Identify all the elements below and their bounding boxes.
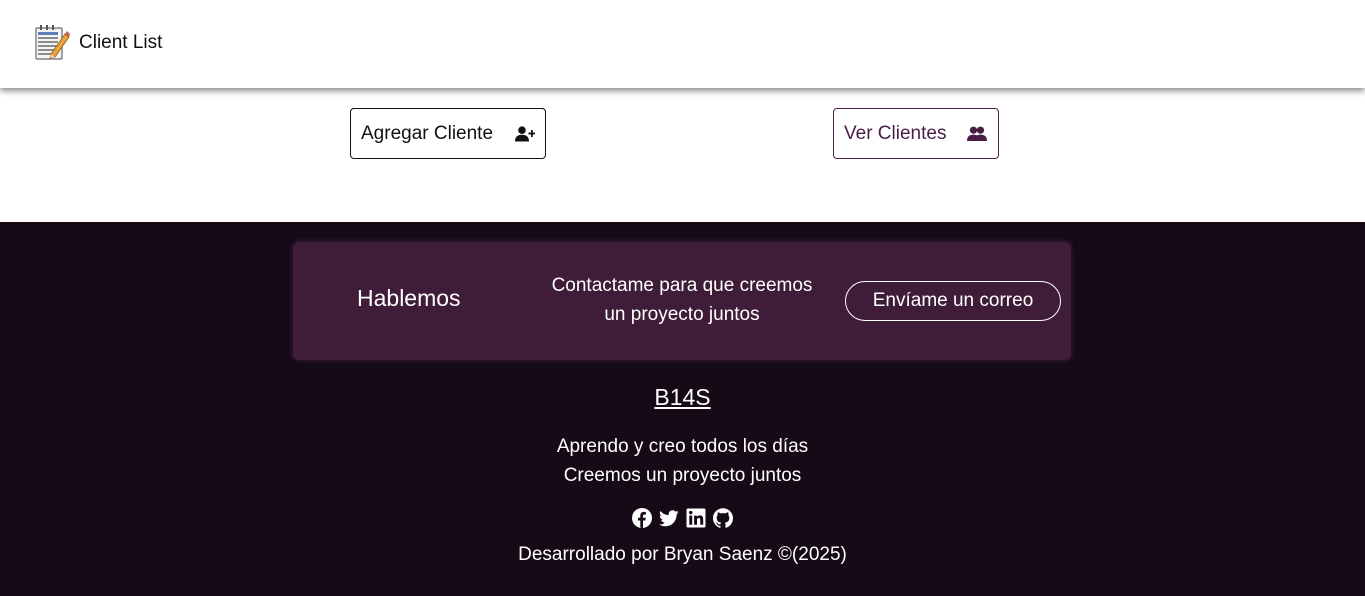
view-clients-label: Ver Clientes: [844, 122, 947, 144]
send-email-button[interactable]: Envíame un correo: [845, 281, 1061, 321]
cta-text-line2: un proyecto juntos: [604, 304, 760, 325]
social-links: [0, 508, 1365, 528]
twitter-icon: [659, 510, 679, 527]
github-link[interactable]: [713, 508, 733, 528]
add-client-button[interactable]: Agregar Cliente: [350, 108, 546, 159]
tagline-line1: Aprendo y creo todos los días: [556, 436, 809, 457]
top-navbar: Client List: [0, 0, 1365, 88]
cta-title: Hablemos: [357, 285, 461, 311]
contact-cta: Hablemos Contactame para que creemos un …: [293, 242, 1071, 360]
footer-brand-link[interactable]: B14S: [654, 384, 710, 410]
tagline-line2: Creemos un proyecto juntos: [563, 465, 802, 486]
linkedin-link[interactable]: [686, 508, 706, 528]
users-icon: [967, 126, 988, 141]
facebook-link[interactable]: [632, 508, 652, 528]
linkedin-icon: [686, 508, 706, 528]
footer-brand: B14S: [0, 384, 1365, 411]
tagline: Aprendo y creo todos los días Creemos un…: [0, 432, 1365, 490]
main-actions: Agregar Cliente Ver Clientes: [0, 88, 1365, 222]
github-icon: [713, 508, 733, 528]
view-clients-button[interactable]: Ver Clientes: [833, 108, 999, 159]
footer: Hablemos Contactame para que creemos un …: [0, 222, 1365, 596]
cta-text-line1: Contactame para que creemos: [551, 275, 813, 296]
app-title: Client List: [79, 32, 163, 53]
add-client-label: Agregar Cliente: [361, 122, 494, 144]
user-plus-icon: [515, 125, 535, 141]
notepad-pencil-icon: [35, 25, 70, 60]
facebook-icon: [632, 508, 652, 528]
twitter-link[interactable]: [659, 508, 679, 528]
developer-credit: Desarrollado por Bryan Saenz ©(2025): [518, 544, 847, 565]
brand[interactable]: Client List: [34, 24, 162, 62]
cta-text: Contactame para que creemos un proyecto …: [543, 271, 821, 329]
